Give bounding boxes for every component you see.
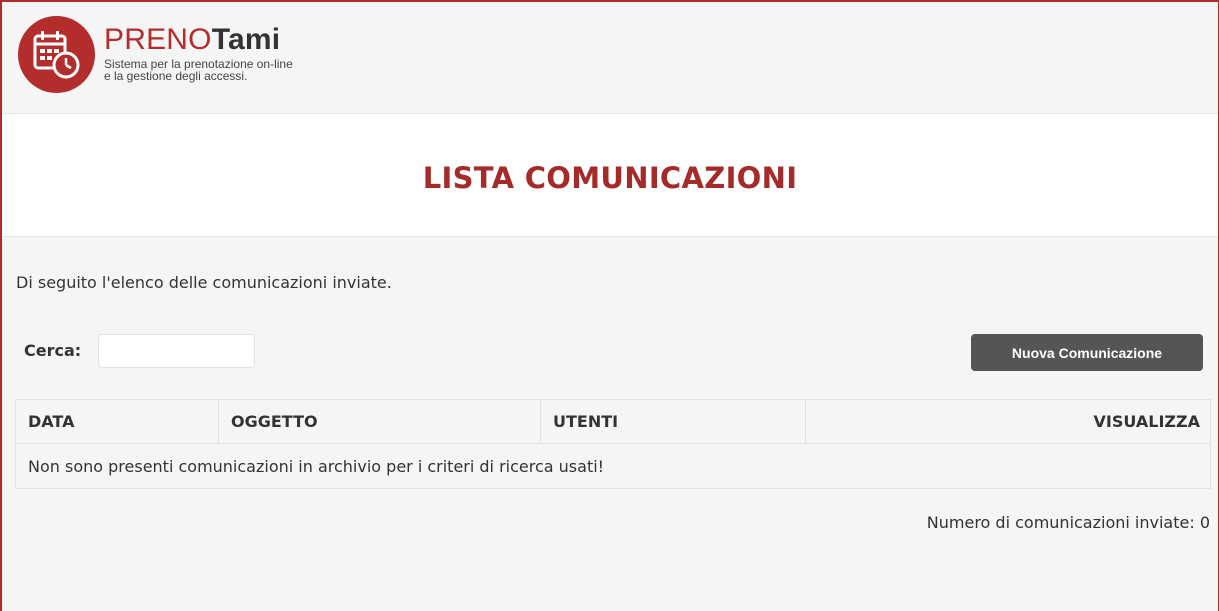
search-input[interactable] xyxy=(98,334,255,368)
search-label: Cerca: xyxy=(24,341,82,360)
column-header-data[interactable]: DATA xyxy=(15,399,219,444)
app-header: PRENOTami Sistema per la prenotazione on… xyxy=(2,2,1218,114)
calendar-clock-icon[interactable] xyxy=(18,16,95,93)
table-row: Non sono presenti comunicazioni in archi… xyxy=(15,443,1211,489)
brand-tagline-line2: e la gestione degli accessi. xyxy=(104,69,248,83)
column-header-visualizza[interactable]: VISUALIZZA xyxy=(805,399,1211,444)
brand-name-tami: Tami xyxy=(211,23,281,56)
new-communication-button[interactable]: Nuova Comunicazione xyxy=(971,334,1203,371)
empty-message: Non sono presenti comunicazioni in archi… xyxy=(15,443,1211,489)
communications-table: DATA OGGETTO UTENTI VISUALIZZA Non sono … xyxy=(15,399,1211,489)
column-header-oggetto[interactable]: OGGETTO xyxy=(218,399,541,444)
brand-name: PRENOTami xyxy=(104,24,293,56)
brand-logo[interactable]: PRENOTami Sistema per la prenotazione on… xyxy=(104,24,293,83)
title-band: LISTA COMUNICAZIONI xyxy=(2,114,1218,237)
table-header-row: DATA OGGETTO UTENTI VISUALIZZA xyxy=(15,399,1211,444)
intro-text: Di seguito l'elenco delle comunicazioni … xyxy=(16,273,392,292)
communications-count: Numero di comunicazioni inviate: 0 xyxy=(926,513,1210,532)
page-title: LISTA COMUNICAZIONI xyxy=(422,161,798,195)
column-header-utenti[interactable]: UTENTI xyxy=(540,399,806,444)
brand-name-pre: PRENO xyxy=(104,23,212,56)
